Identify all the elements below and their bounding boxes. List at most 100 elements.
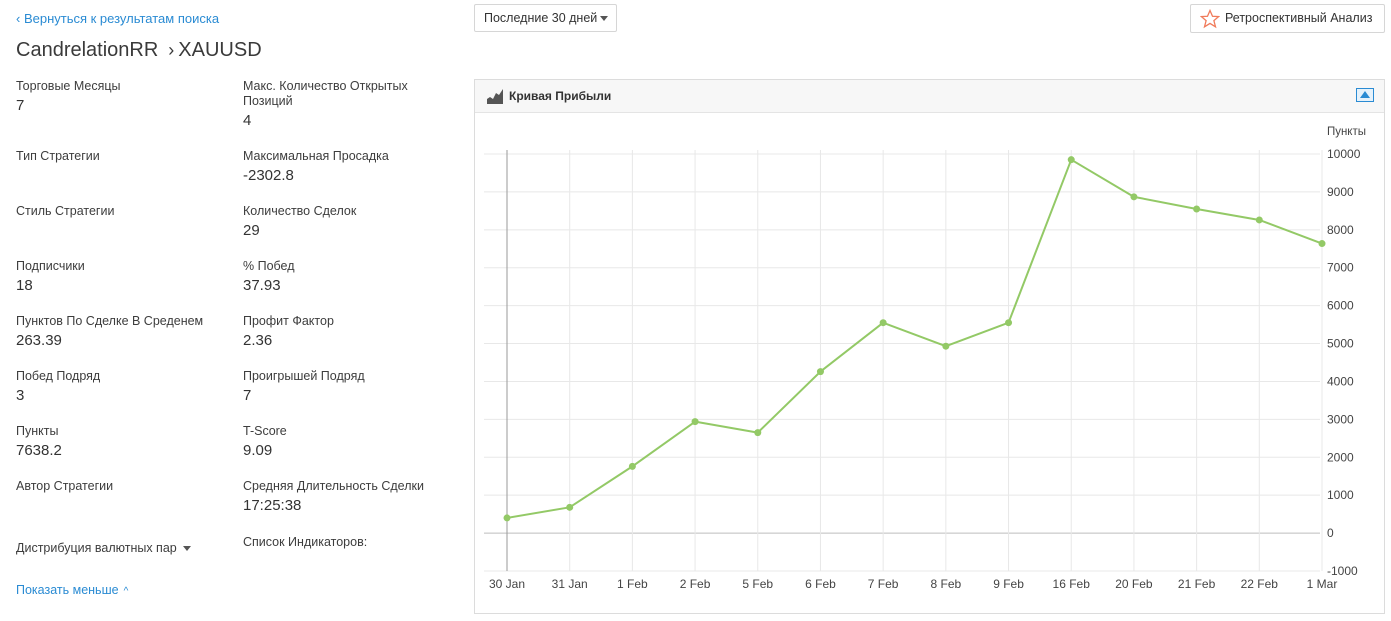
stat-item: Побед Подряд 3 (16, 369, 226, 405)
stat-item: Профит Фактор 2.36 (243, 314, 453, 350)
stat-item: Макс. Количество Открытых Позиций 4 (243, 79, 453, 130)
stat-value: 9.09 (243, 442, 273, 459)
stat-label: Проигрышей Подряд (243, 369, 365, 383)
star-icon (1200, 9, 1220, 29)
stat-value: 37.93 (243, 277, 281, 294)
y-tick-label: 4000 (1327, 374, 1354, 388)
y-tick-label: 10000 (1327, 147, 1361, 161)
page-title: CandrelationRR › XAUUSD (16, 39, 262, 62)
stat-value: 2.36 (243, 332, 273, 349)
show-less-link[interactable]: Показать меньше ^ (16, 583, 128, 597)
back-to-search-link[interactable]: ‹ Вернуться к результатам поиска (16, 11, 219, 26)
profit-curve-panel: Кривая Прибыли -1000 0 1000 2000 3000 4000 500… (474, 79, 1385, 614)
stat-value: 18 (16, 277, 33, 294)
data-point (503, 514, 511, 522)
stat-item: Проигрышей Подряд 7 (243, 369, 453, 405)
stat-value: 29 (243, 222, 260, 239)
y-tick-label: -1000 (1327, 564, 1358, 578)
x-tick-label: 21 Feb (1178, 577, 1216, 591)
stat-label: Подписчики (16, 259, 85, 273)
symbol-name: XAUUSD (178, 39, 262, 61)
period-select[interactable]: Последние 30 дней (474, 4, 617, 32)
x-tick-label: 5 Feb (742, 577, 773, 591)
y-axis-title: Пункты (1327, 126, 1366, 138)
backtest-button-label: Ретроспективный Анализ (1225, 11, 1373, 25)
y-tick-label: 0 (1327, 526, 1334, 540)
stat-item: Автор Стратегии (16, 479, 226, 496)
indicators-list-label: Список Индикаторов: (243, 535, 368, 549)
y-tick-label: 1000 (1327, 488, 1354, 502)
stat-label: Побед Подряд (16, 369, 101, 383)
y-tick-label: 9000 (1327, 185, 1354, 199)
profit-curve-line (506, 158, 1323, 519)
backtest-button[interactable]: Ретроспективный Анализ (1190, 4, 1385, 33)
data-point (754, 429, 762, 437)
data-point (1067, 156, 1075, 164)
stat-label: Автор Стратегии (16, 479, 114, 493)
stat-value: 7 (16, 97, 25, 114)
data-point (879, 319, 887, 327)
stat-label: Профит Фактор (243, 314, 334, 328)
stat-value: 263.39 (16, 332, 62, 349)
x-tick-label: 2 Feb (680, 577, 711, 591)
currency-distribution-toggle[interactable]: Дистрибуция валютных пар (16, 541, 191, 555)
period-select-value: Последние 30 дней (484, 11, 598, 25)
stat-label: Макс. Количество Открытых Позиций (243, 79, 408, 108)
stat-item: Максимальная Просадка -2302.8 (243, 149, 453, 185)
stat-value: 3 (16, 387, 25, 404)
stat-item: T-Score 9.09 (243, 424, 453, 460)
x-tick-label: 31 Jan (552, 577, 588, 591)
stat-value: 17:25:38 (243, 497, 302, 514)
data-point (1318, 240, 1326, 248)
data-point (1193, 205, 1201, 213)
x-tick-label: 7 Feb (868, 577, 899, 591)
currency-distribution-label: Дистрибуция валютных пар (16, 541, 177, 555)
caret-down-icon (600, 16, 608, 21)
stat-label: Пунктов По Сделке В Среденем (16, 314, 204, 328)
title-separator: › (168, 40, 175, 60)
y-tick-label: 2000 (1327, 450, 1354, 464)
y-tick-label: 8000 (1327, 223, 1354, 237)
chevron-up-icon: ^ (123, 586, 129, 597)
stat-label: Стиль Стратегии (16, 204, 115, 218)
stat-item: Количество Сделок 29 (243, 204, 453, 240)
stat-item: Торговые Месяцы 7 (16, 79, 226, 115)
strategy-name: CandrelationRR (16, 39, 159, 61)
x-tick-label: 1 Mar (1307, 577, 1338, 591)
data-point (628, 462, 636, 470)
data-point (1005, 319, 1013, 327)
stat-item: Средняя Длительность Сделки 17:25:38 (243, 479, 453, 515)
stat-label: T-Score (243, 424, 287, 438)
stat-label: % Побед (243, 259, 295, 273)
show-less-label: Показать меньше (16, 583, 119, 597)
data-point (691, 418, 699, 426)
x-tick-label: 16 Feb (1053, 577, 1091, 591)
x-tick-label: 8 Feb (931, 577, 962, 591)
stat-item: Тип Стратегии (16, 149, 226, 166)
stat-value: 7638.2 (16, 442, 62, 459)
stat-value: 4 (243, 112, 252, 129)
data-point (1130, 193, 1138, 201)
data-point (1255, 216, 1263, 224)
caret-down-icon (182, 546, 191, 552)
x-tick-label: 20 Feb (1115, 577, 1153, 591)
stat-label: Количество Сделок (243, 204, 357, 218)
stat-label: Средняя Длительность Сделки (243, 479, 424, 493)
y-tick-label: 6000 (1327, 299, 1354, 313)
profit-curve-chart: -1000 0 1000 2000 3000 4000 5000 6000 7000 8000 90… (484, 126, 1366, 591)
x-tick-label: 22 Feb (1241, 577, 1279, 591)
x-tick-label: 6 Feb (805, 577, 836, 591)
stat-label: Максимальная Просадка (243, 149, 389, 163)
x-tick-label: 9 Feb (993, 577, 1024, 591)
stat-item: Пунктов По Сделке В Среденем 263.39 (16, 314, 226, 350)
data-point (942, 342, 950, 350)
y-tick-label: 3000 (1327, 412, 1354, 426)
data-point (566, 503, 574, 511)
data-point (816, 368, 824, 376)
y-tick-label: 7000 (1327, 261, 1354, 275)
stat-item: Стиль Стратегии (16, 204, 226, 221)
stat-label: Торговые Месяцы (16, 79, 121, 93)
stat-value: -2302.8 (243, 167, 294, 184)
x-tick-label: 30 Jan (489, 577, 525, 591)
stat-item: Пункты 7638.2 (16, 424, 226, 460)
